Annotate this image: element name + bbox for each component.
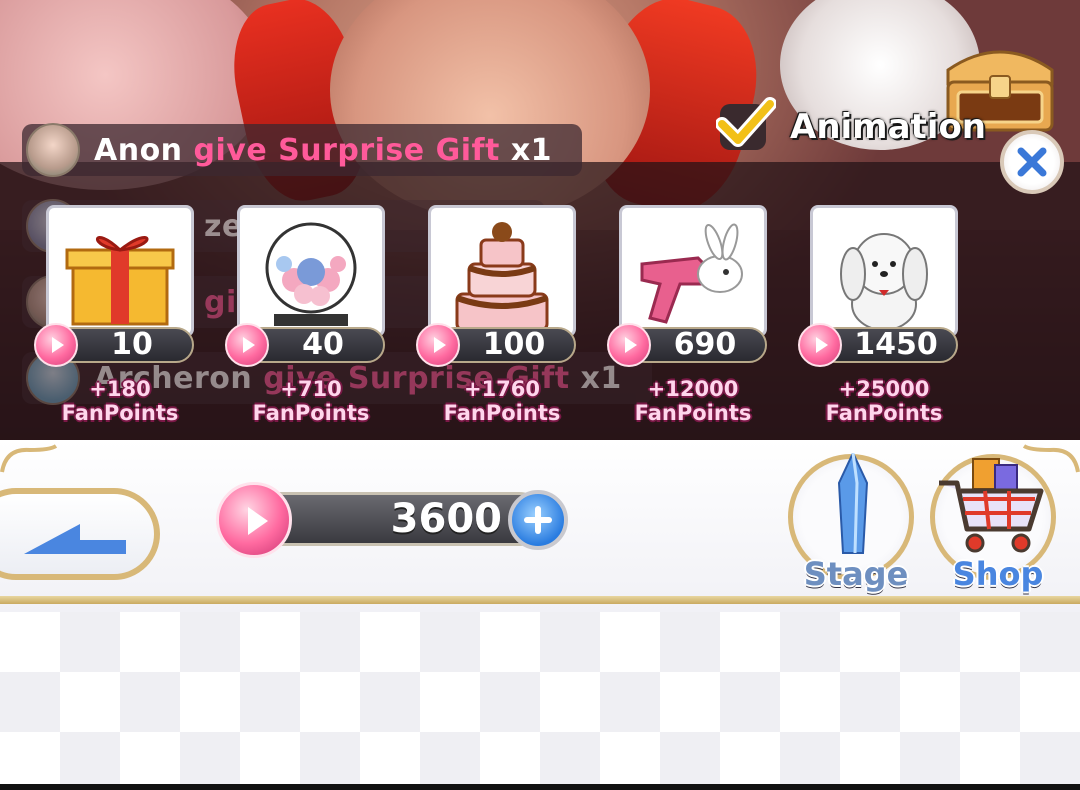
avatar bbox=[26, 123, 80, 177]
fanpoints-value: +710 bbox=[280, 377, 342, 401]
shop-button[interactable]: Shop bbox=[930, 454, 1056, 593]
gift-cost: 690 bbox=[673, 327, 737, 362]
feed-count: x1 bbox=[510, 132, 553, 168]
currency-amount: 3600 bbox=[390, 496, 502, 542]
background-pattern bbox=[0, 612, 1080, 784]
fanpoints-value: +180 bbox=[89, 377, 151, 401]
close-icon bbox=[1017, 147, 1047, 177]
animation-toggle[interactable]: Animation bbox=[716, 97, 987, 150]
gift-cost: 1450 bbox=[854, 327, 938, 362]
fanpoints-label: FanPoints bbox=[61, 401, 179, 425]
animation-label: Animation bbox=[790, 107, 987, 147]
gift-cost: 100 bbox=[482, 327, 546, 362]
stage-button[interactable]: Stage bbox=[788, 453, 914, 593]
checkmark-icon bbox=[716, 97, 776, 147]
gift-card[interactable] bbox=[237, 205, 385, 337]
add-currency-button[interactable] bbox=[508, 490, 568, 550]
back-button[interactable] bbox=[0, 488, 160, 580]
bunny-blaster-icon bbox=[640, 223, 743, 324]
feed-user: Anon bbox=[94, 132, 183, 168]
stage-label: Stage bbox=[803, 555, 909, 593]
back-arrow-icon bbox=[24, 524, 126, 554]
gift-card[interactable] bbox=[46, 205, 194, 337]
close-button[interactable] bbox=[1000, 130, 1064, 194]
fanpoints-value: +1760 bbox=[463, 377, 541, 401]
crystal-tower-icon bbox=[837, 453, 869, 554]
fanpoints-label: FanPoints bbox=[634, 401, 752, 425]
gift-card[interactable] bbox=[428, 205, 576, 337]
currency-display: 3600 bbox=[216, 482, 576, 558]
flower-bouquet-icon bbox=[265, 222, 357, 326]
animation-checkbox[interactable] bbox=[716, 97, 776, 150]
ornament-icon bbox=[0, 444, 58, 473]
fanpoints-label: FanPoints bbox=[825, 401, 943, 425]
shop-label: Shop bbox=[952, 555, 1044, 593]
birthday-cake-icon bbox=[455, 222, 549, 332]
feed-action: give Surprise Gift bbox=[193, 132, 500, 168]
gem-icon bbox=[216, 482, 292, 558]
fanpoints-value: +25000 bbox=[838, 377, 930, 401]
fanpoints-label: FanPoints bbox=[252, 401, 370, 425]
gift-cost: 40 bbox=[302, 327, 344, 362]
fanpoints-value: +12000 bbox=[647, 377, 739, 401]
gift-feed-item: Anon give Surprise Gift x1 bbox=[22, 123, 583, 177]
gift-card[interactable] bbox=[810, 205, 958, 337]
gift-box-icon bbox=[65, 236, 175, 326]
fanpoints-label: FanPoints bbox=[443, 401, 561, 425]
gift-card[interactable] bbox=[619, 205, 767, 337]
gift-cost: 10 bbox=[111, 327, 153, 362]
shopping-cart-icon bbox=[939, 458, 1044, 553]
plush-puppy-icon bbox=[840, 233, 928, 331]
